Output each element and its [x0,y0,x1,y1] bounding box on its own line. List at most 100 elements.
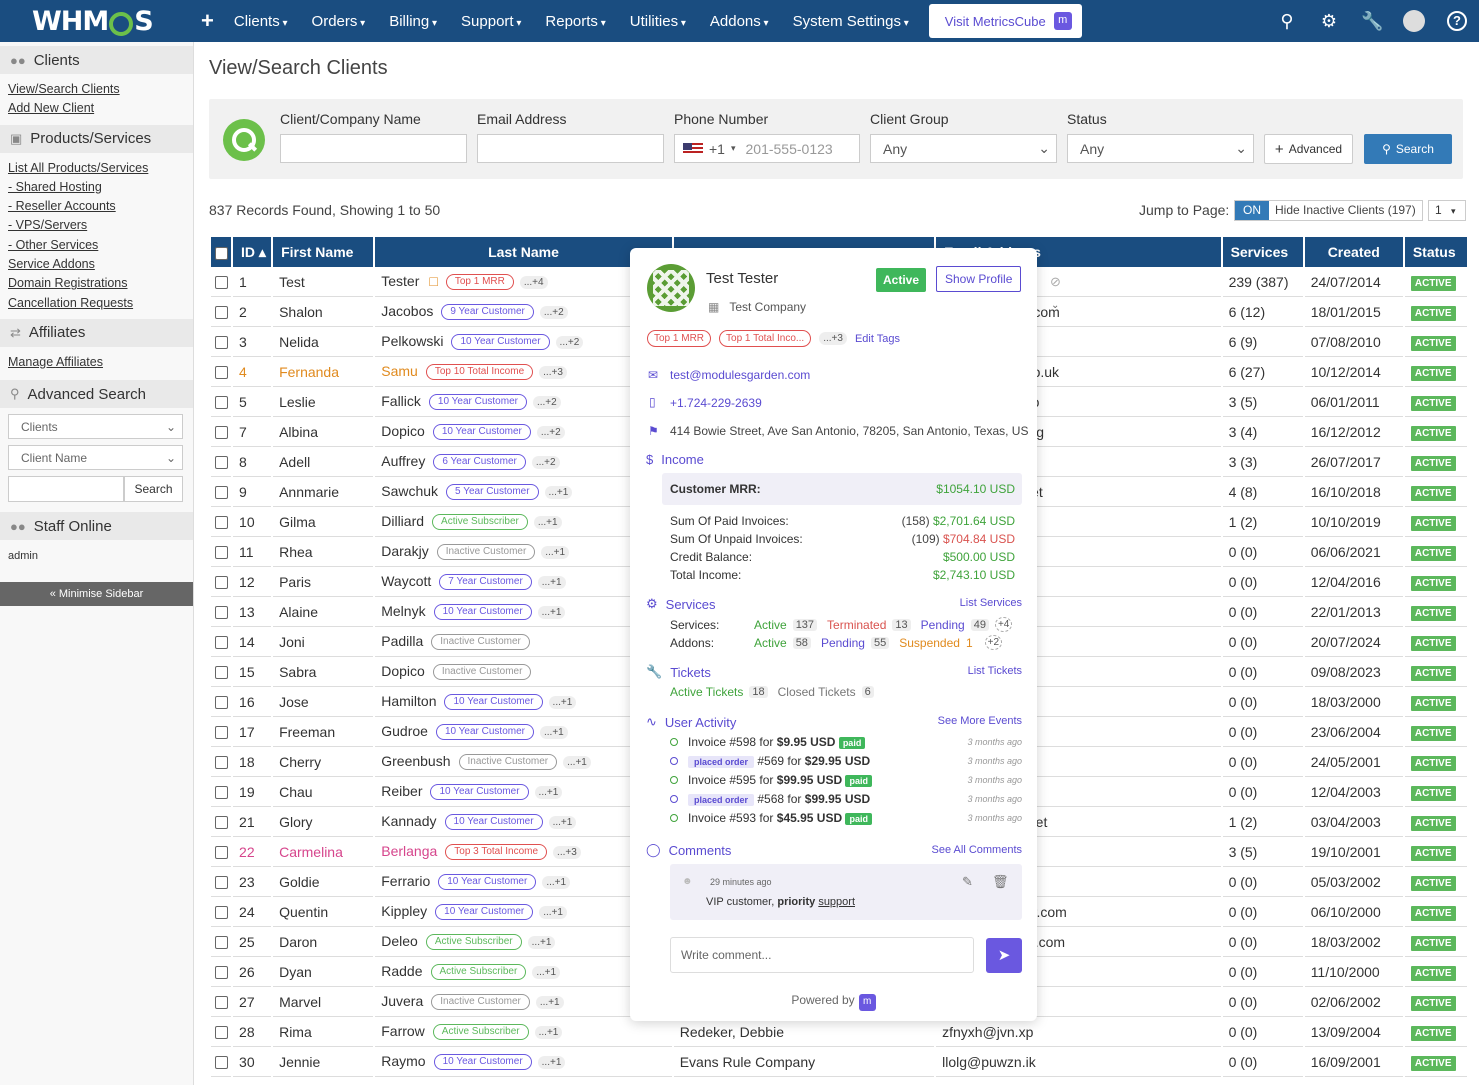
last-name[interactable]: Farrow [381,1023,425,1039]
row-select-cell[interactable] [211,507,232,537]
list-services-link[interactable]: List Services [960,597,1022,609]
client-id[interactable]: 4 [233,357,272,387]
first-name[interactable]: Rima [273,1017,374,1047]
first-name[interactable]: Quentin [273,897,374,927]
first-name[interactable]: Nelida [273,327,374,357]
row-select-cell[interactable] [211,777,232,807]
row-select-cell[interactable] [211,387,232,417]
pin-icon[interactable]: ⊘ [1050,274,1061,290]
tags-more[interactable]: ...+1 [537,575,566,589]
comment-support-link[interactable]: support [818,896,855,908]
client-tag[interactable]: 10 Year Customer [435,904,534,921]
client-id[interactable]: 28 [233,1017,272,1047]
popup-tag[interactable]: Top 1 Total Inco... [719,330,812,347]
client-tag[interactable]: 6 Year Customer [433,454,526,471]
last-name[interactable]: Berlanga [381,843,437,859]
list-tickets-link[interactable]: List Tickets [968,665,1022,677]
sidebar-clients-link[interactable]: Add New Client [0,99,193,118]
row-checkbox[interactable] [215,456,228,470]
client-id[interactable]: 13 [233,597,272,627]
last-name[interactable]: Tester [381,273,419,289]
client-id[interactable]: 9 [233,477,272,507]
row-select-cell[interactable] [211,687,232,717]
row-select-cell[interactable] [211,267,232,297]
row-checkbox[interactable] [215,786,228,800]
last-name[interactable]: Darakjy [381,543,428,559]
row-checkbox[interactable] [215,306,228,320]
row-checkbox[interactable] [215,576,228,590]
first-name[interactable]: Goldie [273,867,374,897]
client-id[interactable]: 14 [233,627,272,657]
tags-more[interactable]: ...+1 [535,995,564,1009]
client-id[interactable]: 17 [233,717,272,747]
row-checkbox[interactable] [215,726,228,740]
send-comment-button[interactable]: ➤ [986,938,1022,973]
first-name[interactable]: Rhea [273,537,374,567]
row-checkbox[interactable] [215,936,228,950]
first-name[interactable]: Sabra [273,657,374,687]
client-name-input[interactable] [280,134,467,163]
client-group-select[interactable]: Any ⌄ [870,134,1057,163]
table-row[interactable]: 28 Rima Farrow Active Subscriber ...+1 Redeke… [211,1017,1467,1047]
tags-more[interactable]: ...+1 [541,545,570,559]
client-id[interactable]: 22 [233,837,272,867]
col-last-name[interactable]: Last Name [375,237,672,267]
last-name[interactable]: Greenbush [381,753,450,769]
menu-item-utilities[interactable]: Utilities [618,13,698,30]
row-checkbox[interactable] [215,816,228,830]
client-id[interactable]: 18 [233,747,272,777]
last-name[interactable]: Pelkowski [381,333,443,349]
client-id[interactable]: 7 [233,417,272,447]
tags-more[interactable]: ...+1 [539,905,567,919]
select-all-checkbox[interactable] [215,246,228,260]
client-id[interactable]: 30 [233,1047,272,1077]
row-select-cell[interactable] [211,807,232,837]
last-name[interactable]: Dopico [381,663,425,679]
search-button[interactable]: ⚲ Search [1364,134,1452,164]
activity-item[interactable]: placed order #569 for $29.95 USD [670,754,870,768]
client-id[interactable]: 24 [233,897,272,927]
tags-more[interactable]: ...+1 [540,725,568,739]
first-name[interactable]: Shalon [273,297,374,327]
row-select-cell[interactable] [211,537,232,567]
see-more-events-link[interactable]: See More Events [938,715,1022,727]
tags-more[interactable]: ...+2 [539,305,568,319]
popup-email[interactable]: test@modulesgarden.com [670,368,810,382]
tags-more[interactable]: ...+1 [542,875,571,889]
first-name[interactable]: Albina [273,417,374,447]
activity-item[interactable]: Invoice #598 for $9.95 USD paid [670,735,866,749]
client-tag[interactable]: Top 3 Total Income [445,844,548,861]
first-name[interactable]: Test [273,267,374,297]
adv-search-field-select[interactable]: Client Name ⌄ [8,445,183,471]
client-id[interactable]: 26 [233,957,272,987]
menu-item-billing[interactable]: Billing [377,13,449,30]
client-id[interactable]: 25 [233,927,272,957]
hide-inactive-toggle[interactable]: ON Hide Inactive Clients (197) [1234,200,1423,221]
row-select-cell[interactable] [211,297,232,327]
client-tag[interactable]: Active Subscriber [432,514,528,531]
row-select-cell[interactable] [211,927,232,957]
popup-tag[interactable]: Top 1 MRR [647,330,712,347]
row-checkbox[interactable] [215,426,228,440]
tags-more[interactable]: ...+2 [536,425,565,439]
last-name[interactable]: Jacobos [381,303,433,319]
client-tag[interactable]: Top 1 MRR [445,274,514,291]
client-id[interactable]: 23 [233,867,272,897]
menu-item-clients[interactable]: Clients [222,13,300,30]
add-icon[interactable]: + [201,8,214,34]
row-select-cell[interactable] [211,357,232,387]
last-name[interactable]: Deleo [381,933,418,949]
wrench-icon[interactable]: 🔧 [1361,11,1383,32]
client-tag[interactable]: Inactive Customer [432,664,532,681]
first-name[interactable]: Annmarie [273,477,374,507]
last-name[interactable]: Samu [381,363,418,379]
trash-icon[interactable]: 🗑 [992,874,1009,890]
sidebar-products-link[interactable]: - Other Services [0,236,193,255]
client-id[interactable]: 16 [233,687,272,717]
row-select-cell[interactable] [211,327,232,357]
last-name[interactable]: Dopico [381,423,425,439]
tags-more[interactable]: ...+1 [527,935,556,949]
first-name[interactable]: Chau [273,777,374,807]
row-checkbox[interactable] [215,1026,228,1040]
last-name[interactable]: Gudroe [381,723,428,739]
